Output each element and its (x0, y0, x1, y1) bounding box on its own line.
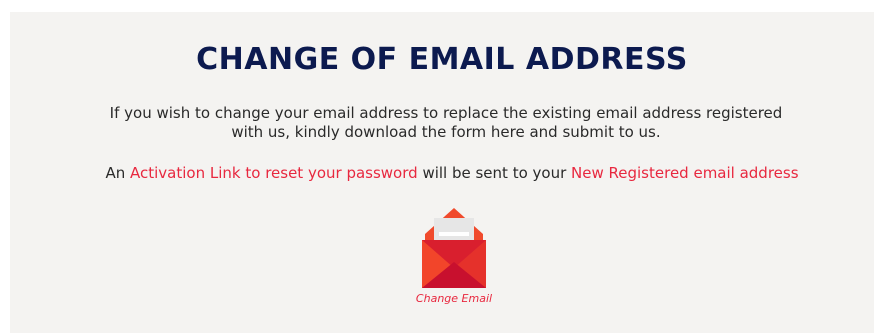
new-email-highlight: New Registered email address (571, 164, 799, 182)
change-email-button[interactable]: Change Email (400, 206, 508, 305)
intro-text: If you wish to change your email address… (36, 104, 856, 142)
intro-line-1: If you wish to change your email address… (109, 104, 783, 122)
change-email-label[interactable]: Change Email (400, 292, 508, 305)
open-envelope-icon (400, 206, 508, 290)
page-title: CHANGE OF EMAIL ADDRESS (196, 42, 688, 77)
activation-notice: An Activation Link to reset your passwor… (30, 164, 874, 183)
intro-line-2: with us, kindly download the form here a… (231, 123, 661, 141)
notice-middle: will be sent to your (417, 164, 572, 182)
change-email-panel: CHANGE OF EMAIL ADDRESS If you wish to c… (10, 12, 874, 333)
notice-prefix: An (105, 164, 131, 182)
activation-link[interactable]: Activation Link to reset your password (130, 164, 418, 182)
